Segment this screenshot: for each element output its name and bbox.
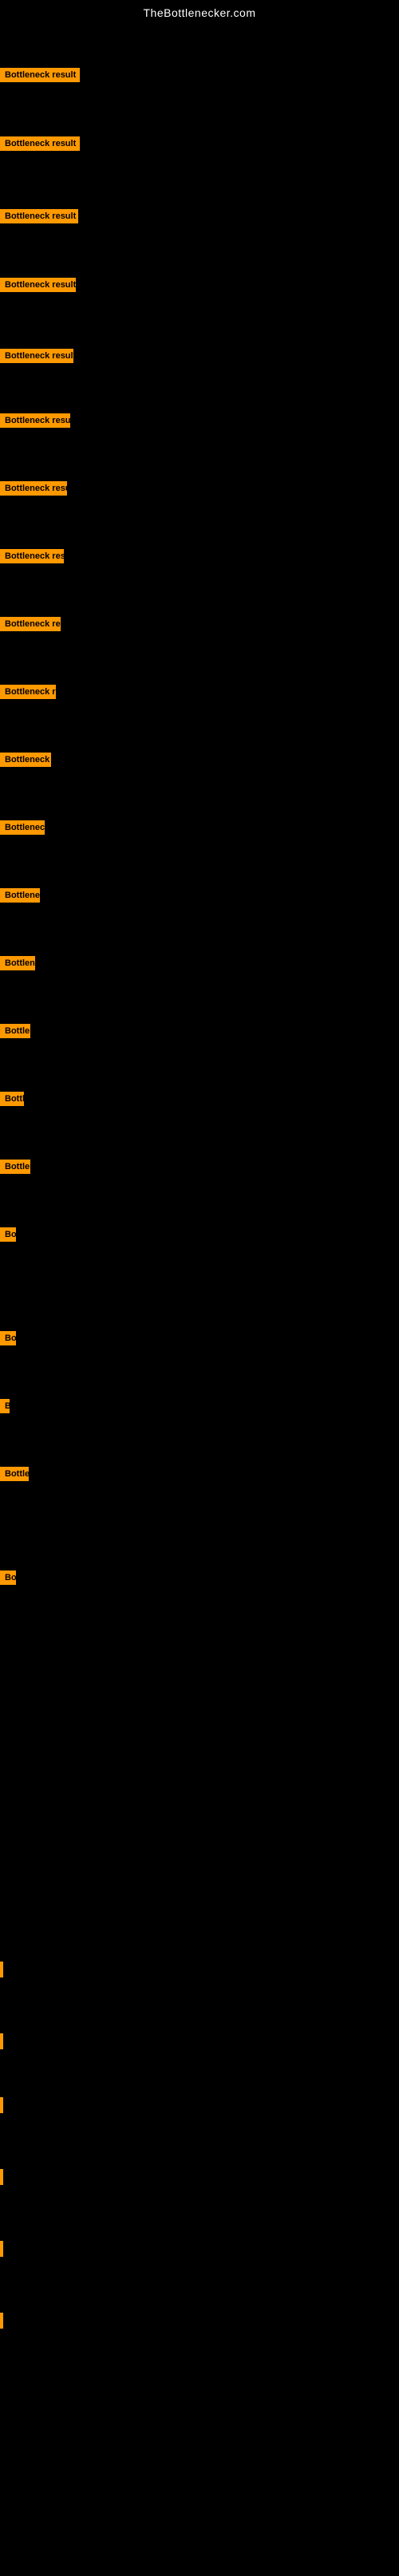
bottleneck-badge: Bottleneck result xyxy=(0,68,80,82)
small-bar xyxy=(0,2097,3,2113)
bottleneck-badge: Bottleneck res xyxy=(0,820,45,835)
small-bar xyxy=(0,2169,3,2185)
bottleneck-badge: Bottleneck result xyxy=(0,278,76,292)
small-bar xyxy=(0,2241,3,2257)
bottleneck-badge: Bottleneck resu xyxy=(0,685,56,699)
bottleneck-badge: Bottleneck res xyxy=(0,888,40,903)
small-bar xyxy=(0,1962,3,1977)
bottleneck-badge: Bottleneck result xyxy=(0,481,67,496)
bottleneck-badge: Bottl xyxy=(0,1092,24,1106)
bottleneck-badge: Bottleneck resu xyxy=(0,753,51,767)
bottleneck-badge: Bo xyxy=(0,1331,16,1345)
small-bar xyxy=(0,2313,3,2329)
bottleneck-badge: Bottleneck re xyxy=(0,956,35,970)
site-title: TheBottlenecker.com xyxy=(0,0,399,22)
bottleneck-badge: Bottleneck resul xyxy=(0,617,61,631)
bottleneck-badge: Bottlenec xyxy=(0,1024,30,1038)
bottleneck-badge: Bottleneck resul xyxy=(0,413,70,428)
bottleneck-badge: Bottleneck result xyxy=(0,209,78,223)
bottleneck-badge: Bottleneck result xyxy=(0,136,80,151)
bottleneck-badge: Bottlenec xyxy=(0,1160,30,1174)
bottleneck-badge: B xyxy=(0,1399,10,1413)
small-bar xyxy=(0,2033,3,2049)
bottleneck-badge: Bottleneck result xyxy=(0,549,64,563)
bottleneck-badge: Bottleneck result xyxy=(0,349,73,363)
bottleneck-badge: Bo xyxy=(0,1227,16,1242)
bottleneck-badge: Bottle xyxy=(0,1467,29,1481)
bottleneck-badge: Bo xyxy=(0,1570,16,1585)
badges-container: Bottleneck result Bottleneck result Bottle… xyxy=(0,22,399,2576)
